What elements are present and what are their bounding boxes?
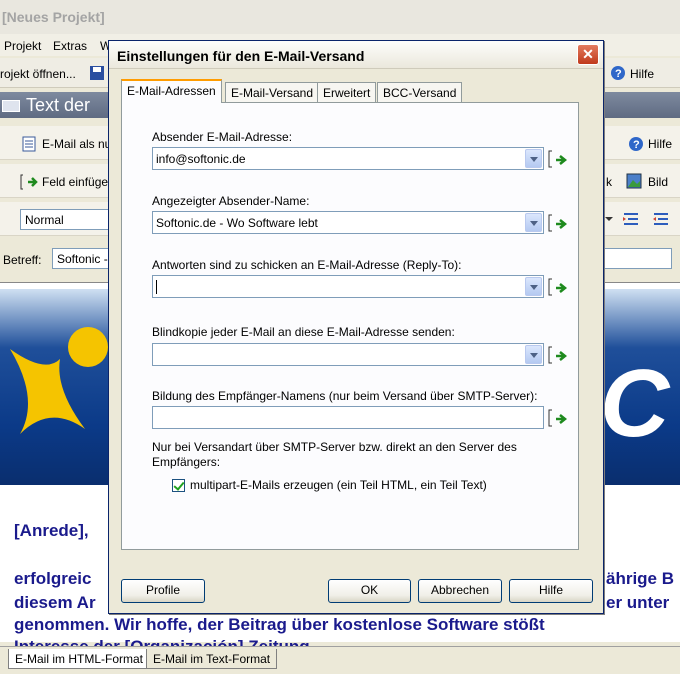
reply-to-combo[interactable] <box>152 275 544 298</box>
app-title: [Neues Projekt] <box>0 0 680 34</box>
close-icon: ✕ <box>582 46 594 62</box>
menu-projekt[interactable]: Projekt <box>4 39 41 53</box>
sender-name-combo[interactable]: Softonic.de - Wo Software lebt <box>152 211 544 234</box>
text-caret <box>156 280 157 294</box>
tab-email-sending[interactable]: E-Mail-Versand <box>225 82 320 102</box>
chevron-down-icon[interactable] <box>604 215 614 223</box>
chevron-down-icon[interactable] <box>525 277 542 296</box>
body-line-right: er unter <box>606 593 670 612</box>
email-settings-dialog: Einstellungen für den E-Mail-Versand ✕ E… <box>108 40 604 614</box>
recipient-name-label: Bildung des Empfänger-Namens (nur beim V… <box>152 389 538 403</box>
cancel-button[interactable]: Abbrechen <box>418 579 502 603</box>
reply-to-label: Antworten sind zu schicken an E-Mail-Adr… <box>152 258 462 272</box>
bcc-combo[interactable] <box>152 343 544 366</box>
insert-field-button[interactable]: Feld einfüge <box>42 175 108 189</box>
close-button[interactable]: ✕ <box>577 44 599 65</box>
ok-button[interactable]: OK <box>328 579 411 603</box>
profile-button[interactable]: Profile <box>121 579 205 603</box>
bcc-label: Blindkopie jeder E-Mail an diese E-Mail-… <box>152 325 455 339</box>
dialog-titlebar[interactable]: Einstellungen für den E-Mail-Versand ✕ <box>109 41 603 69</box>
toolbar3-right-label: k <box>606 175 612 189</box>
sender-name-label: Angezeigter Absender-Name: <box>152 194 310 208</box>
recipient-name-input[interactable] <box>152 406 544 429</box>
help-icon[interactable]: ? <box>628 136 644 152</box>
save-icon[interactable] <box>89 65 105 81</box>
indent-icon[interactable] <box>622 210 640 228</box>
multipart-label[interactable]: multipart-E-Mails erzeugen (ein Teil HTM… <box>190 478 487 492</box>
image-icon[interactable] <box>626 173 642 189</box>
email-document-icon <box>22 136 36 152</box>
body-line: erfolgreic <box>14 569 92 588</box>
sender-email-combo[interactable]: info@softonic.de <box>152 147 544 170</box>
menu-extras[interactable]: Extras <box>53 39 87 53</box>
help-icon[interactable]: ? <box>610 65 626 81</box>
insert-field-icon[interactable] <box>548 408 568 428</box>
insert-field-icon[interactable] <box>548 277 568 297</box>
insert-field-icon[interactable] <box>548 213 568 233</box>
logo-letter-icon: C <box>600 350 670 457</box>
sender-name-value: Softonic.de - Wo Software lebt <box>156 216 318 230</box>
section-title: Text der <box>26 95 91 115</box>
tab-email-addresses[interactable]: E-Mail-Adressen <box>121 79 222 103</box>
insert-field-icon[interactable] <box>548 149 568 169</box>
help-button[interactable]: Hilfe <box>509 579 593 603</box>
dialog-title: Einstellungen für den E-Mail-Versand <box>117 48 365 64</box>
insert-field-icon[interactable] <box>20 172 40 192</box>
body-line-right: ährige B <box>606 569 675 588</box>
multipart-checkbox[interactable] <box>172 479 185 492</box>
email-addresses-panel: Absender E-Mail-Adresse: info@softonic.d… <box>121 102 579 550</box>
body-line: diesem Ar <box>14 593 96 612</box>
tab-advanced[interactable]: Erweitert <box>317 82 377 102</box>
open-project-button[interactable]: rojekt öffnen... <box>0 67 76 81</box>
tab-text-format[interactable]: E-Mail im Text-Format <box>146 649 278 669</box>
outdent-icon[interactable] <box>652 210 670 228</box>
image-button[interactable]: Bild <box>648 175 668 189</box>
svg-text:?: ? <box>633 139 640 151</box>
tab-bcc-sending[interactable]: BCC-Versand <box>377 82 463 102</box>
help-button[interactable]: Hilfe <box>630 67 654 81</box>
smtp-note: Nur bei Versandart über SMTP-Server bzw.… <box>152 440 517 469</box>
body-line: [Anrede], <box>14 521 89 540</box>
chevron-down-icon[interactable] <box>525 213 542 232</box>
subject-label: Betreff: <box>3 253 42 267</box>
chevron-down-icon[interactable] <box>525 345 542 364</box>
format-tabbar: E-Mail im HTML-Format E-Mail im Text-For… <box>0 646 680 674</box>
tab-html-format[interactable]: E-Mail im HTML-Format <box>8 649 150 669</box>
email-as-button[interactable]: E-Mail als nu <box>42 137 111 151</box>
style-select[interactable]: Normal <box>20 209 112 230</box>
sender-email-value: info@softonic.de <box>156 152 246 166</box>
svg-text:?: ? <box>615 68 622 80</box>
document-icon <box>2 100 20 113</box>
editor-help-button[interactable]: Hilfe <box>648 137 672 151</box>
chevron-down-icon[interactable] <box>525 149 542 168</box>
logo-star-icon <box>10 327 108 434</box>
insert-field-icon[interactable] <box>548 345 568 365</box>
body-line: genommen. Wir hoffe, der Beitrag über ko… <box>14 615 545 634</box>
sender-email-label: Absender E-Mail-Adresse: <box>152 130 293 144</box>
